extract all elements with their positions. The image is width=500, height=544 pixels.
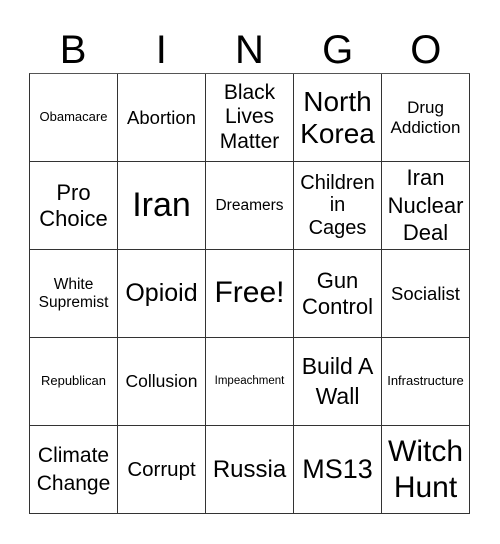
header-letter-n: N [235, 28, 264, 72]
bingo-cell[interactable]: Russia [206, 426, 294, 514]
header-letter-g: G [322, 28, 354, 72]
header-letter-b: B [59, 28, 87, 72]
bingo-cell[interactable]: Opioid [118, 250, 206, 338]
header-letter-o: O [410, 28, 442, 72]
bingo-cell[interactable]: Impeachment [206, 338, 294, 426]
bingo-cell[interactable]: Republican [30, 338, 118, 426]
bingo-cell[interactable]: Children in Cages [294, 162, 382, 250]
bingo-board: Obamacare Abortion Black Lives Matter No… [29, 73, 470, 514]
bingo-cell[interactable]: Black Lives Matter [206, 74, 294, 162]
bingo-cell[interactable]: Dreamers [206, 162, 294, 250]
bingo-header: B I N G O [29, 28, 470, 72]
bingo-cell[interactable]: Socialist [382, 250, 470, 338]
bingo-cell[interactable]: Gun Control [294, 250, 382, 338]
bingo-cell[interactable]: Pro Choice [30, 162, 118, 250]
bingo-cell[interactable]: North Korea [294, 74, 382, 162]
header-letter-i: I [155, 28, 167, 72]
bingo-cell[interactable]: Collusion [118, 338, 206, 426]
bingo-cell[interactable]: Drug Addiction [382, 74, 470, 162]
bingo-cell[interactable]: White Supremist [30, 250, 118, 338]
free-space[interactable]: Free! [206, 250, 294, 338]
bingo-cell[interactable]: Climate Change [30, 426, 118, 514]
bingo-cell[interactable]: Infrastructure [382, 338, 470, 426]
bingo-cell[interactable]: Obamacare [30, 74, 118, 162]
bingo-cell[interactable]: Iran [118, 162, 206, 250]
bingo-cell[interactable]: MS13 [294, 426, 382, 514]
bingo-cell[interactable]: Abortion [118, 74, 206, 162]
bingo-cell[interactable]: Iran Nuclear Deal [382, 162, 470, 250]
bingo-cell[interactable]: Witch Hunt [382, 426, 470, 514]
bingo-cell[interactable]: Build A Wall [294, 338, 382, 426]
bingo-cell[interactable]: Corrupt [118, 426, 206, 514]
